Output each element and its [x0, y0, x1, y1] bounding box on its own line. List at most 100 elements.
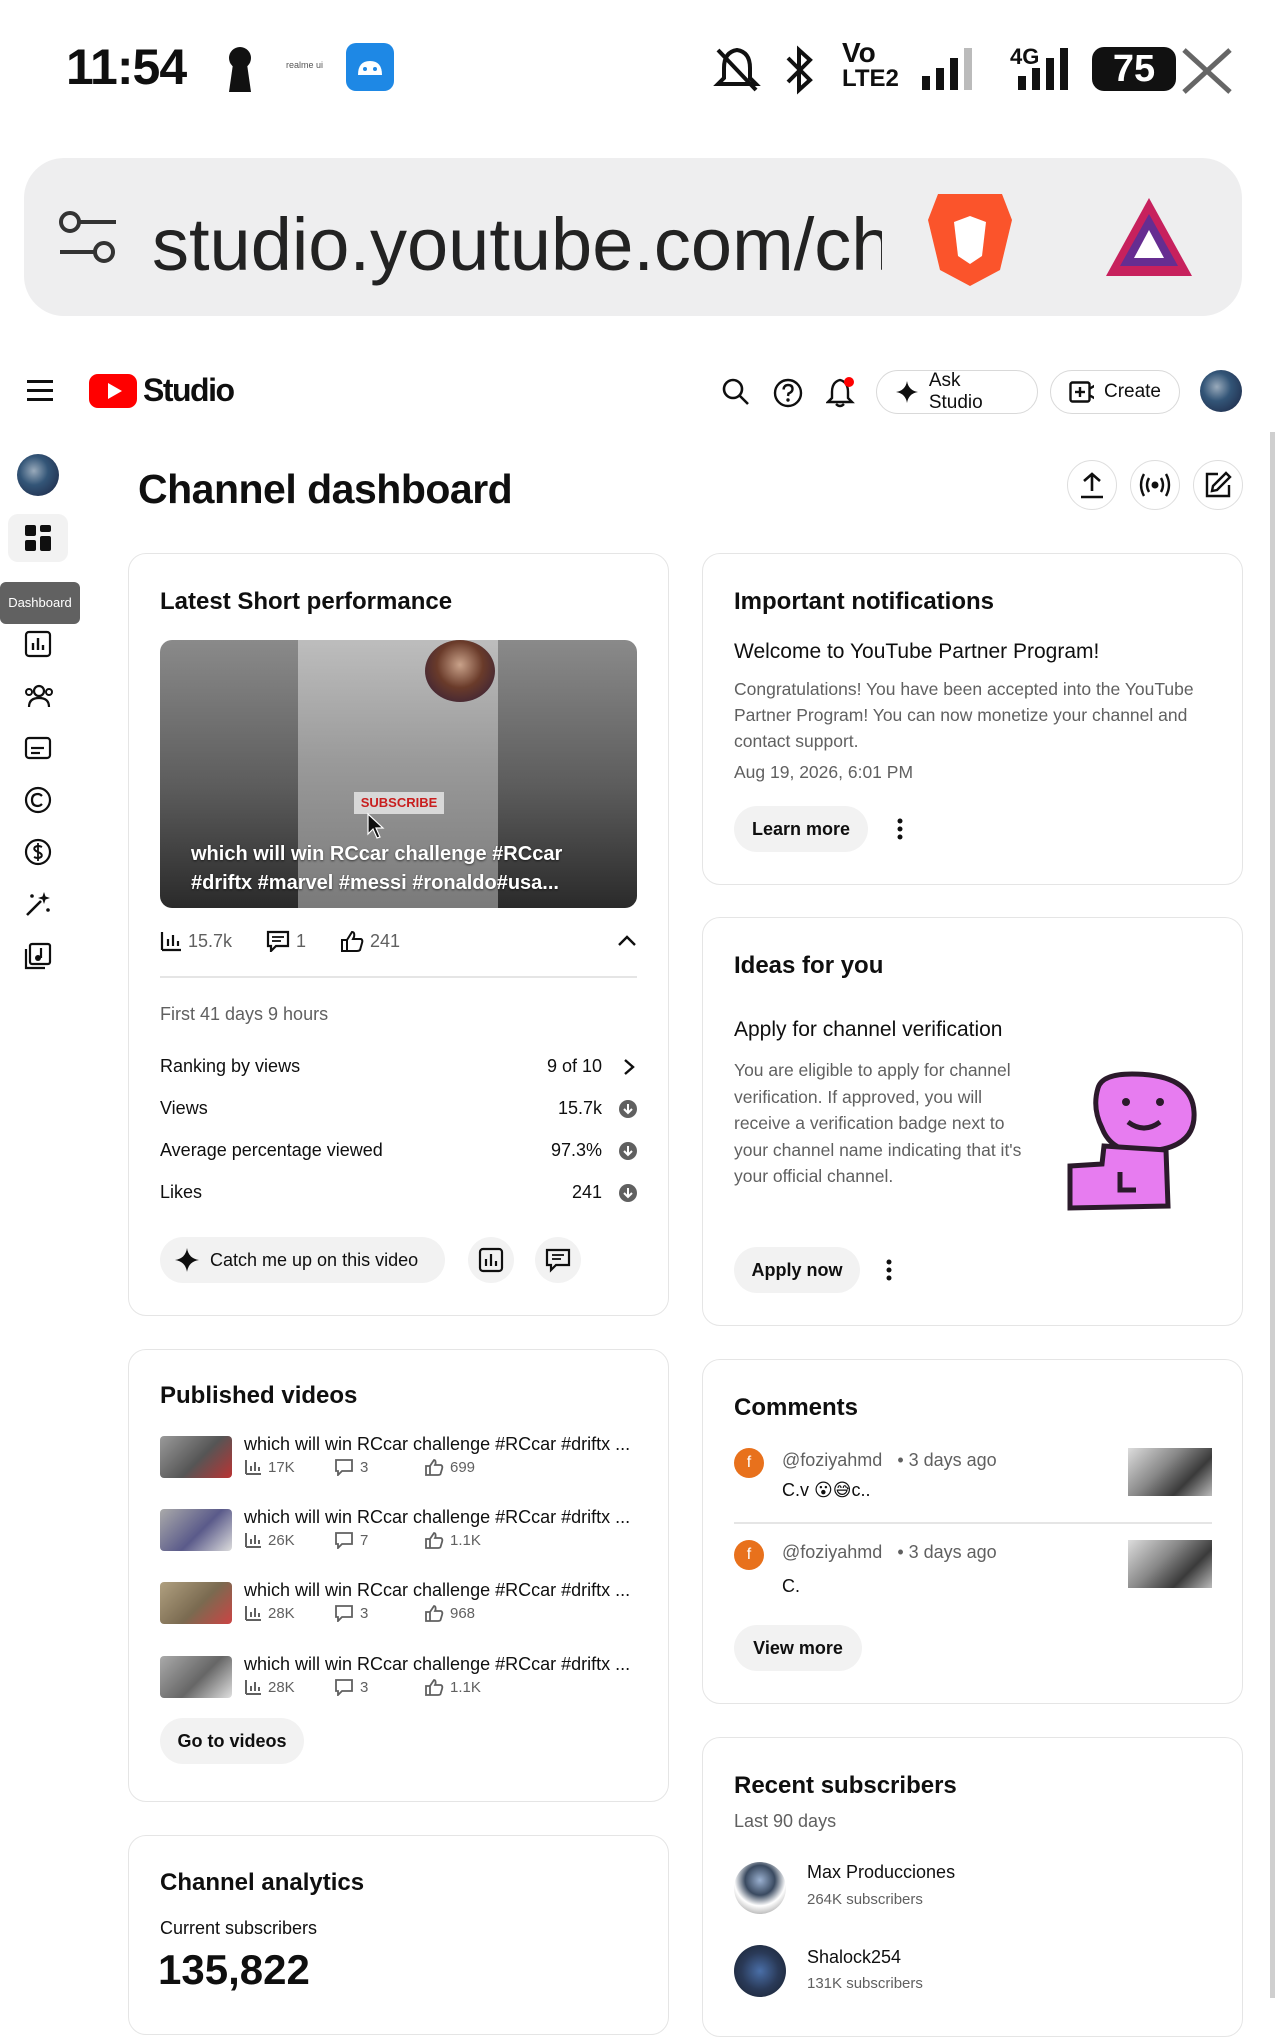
short-analytics-button[interactable] [468, 1237, 514, 1283]
studio-logo-text: Studio [143, 372, 235, 408]
learn-more-button[interactable]: Learn more [734, 806, 868, 852]
upload-button[interactable] [1067, 460, 1117, 510]
brave-lion-icon[interactable] [924, 186, 1016, 290]
list-item[interactable]: which will win RCcar challenge #RCcar #d… [160, 1654, 640, 1704]
arrow-down-circle-icon [619, 1184, 637, 1202]
search-icon[interactable] [722, 378, 750, 406]
short-metrics: Ranking by views 9 of 10 Views 15.7k Ave… [160, 1056, 638, 1236]
earn-icon[interactable] [24, 838, 52, 866]
subtitles-icon[interactable] [24, 734, 52, 762]
page-title: Channel dashboard [138, 466, 513, 512]
video-thumbnail [160, 1509, 232, 1551]
site-settings-icon[interactable] [56, 208, 120, 268]
signal-4g-icon [1018, 48, 1068, 90]
view-more-button[interactable]: View more [734, 1625, 862, 1671]
comment-item[interactable]: f @foziyahmd • 3 days ago C.v 😮😅c.. [734, 1448, 1212, 1508]
volte-label: Vo LTE2 [842, 37, 899, 92]
video-likes: 1.1K [424, 1678, 481, 1696]
ask-studio-button[interactable]: Ask Studio [876, 370, 1038, 414]
sidebar-item-dashboard[interactable] [8, 514, 68, 562]
channel-avatar[interactable] [17, 454, 59, 496]
go-live-button[interactable] [1130, 460, 1180, 510]
list-item[interactable]: which will win RCcar challenge #RCcar #d… [160, 1507, 640, 1557]
subscriber-item[interactable]: Max Producciones 264K subscribers [734, 1860, 1204, 1914]
video-likes: 968 [424, 1604, 475, 1622]
verification-sticker-icon [1067, 1071, 1197, 1211]
video-thumbnail [160, 1582, 232, 1624]
comment-video-thumbnail [1128, 1448, 1212, 1496]
comments-icon [545, 1248, 571, 1273]
notifications-bell-icon[interactable] [826, 376, 858, 408]
account-avatar[interactable] [1200, 370, 1242, 412]
help-icon[interactable] [773, 378, 803, 408]
community-icon[interactable] [24, 682, 54, 710]
like-icon [425, 1532, 444, 1549]
short-comments-button[interactable] [535, 1237, 581, 1283]
metric-ranking-row[interactable]: Ranking by views 9 of 10 [160, 1056, 638, 1077]
battery-level: 75 [1092, 47, 1176, 91]
create-video-icon [1069, 381, 1094, 403]
divider [160, 976, 637, 978]
divider [734, 1522, 1212, 1524]
notification-body: Congratulations! You have been accepted … [734, 679, 1194, 751]
status-time: 11:54 [66, 39, 187, 95]
comment-text: C. [782, 1576, 800, 1596]
comment-time: • 3 days ago [897, 1450, 997, 1470]
studio-logo[interactable]: Studio [89, 372, 235, 409]
subscriber-count-text: 131K subscribers [807, 1975, 923, 1992]
create-post-button[interactable] [1193, 460, 1243, 510]
video-comments: 3 [334, 1678, 368, 1696]
published-videos-list: which will win RCcar challenge #RCcar #d… [160, 1434, 640, 1734]
subscriber-count-text: 264K subscribers [807, 1891, 923, 1908]
sparkle-icon [175, 1248, 199, 1272]
customization-icon[interactable] [24, 890, 52, 918]
list-item[interactable]: which will win RCcar challenge #RCcar #d… [160, 1434, 640, 1484]
android-app-icon [346, 43, 394, 91]
collapse-chevron-icon[interactable] [617, 934, 637, 948]
current-subscribers-label: Current subscribers [160, 1918, 318, 1938]
close-icon[interactable] [1180, 46, 1234, 96]
video-thumbnail [160, 1656, 232, 1698]
more-options-icon[interactable] [896, 818, 904, 840]
comment-item[interactable]: f @foziyahmd • 3 days ago C. [734, 1540, 1212, 1600]
short-views-stat: 15.7k [160, 930, 232, 952]
subscriber-avatar [734, 1862, 786, 1914]
subscriber-name: Shalock254 [807, 1947, 902, 1967]
comments-title: Comments [734, 1394, 859, 1421]
bluetooth-icon [786, 45, 813, 95]
ideas-body: You are eligible to apply for channel ve… [734, 1060, 1022, 1186]
scrollbar[interactable] [1270, 432, 1275, 1998]
mouse-pointer-icon [367, 812, 385, 839]
like-icon [341, 930, 364, 952]
comment-avatar: f [734, 1448, 764, 1478]
video-comments: 7 [334, 1531, 368, 1549]
create-button[interactable]: Create [1050, 370, 1180, 414]
catch-up-button[interactable]: Catch me up on this video [160, 1237, 445, 1283]
menu-icon[interactable] [27, 380, 53, 402]
more-options-icon[interactable] [885, 1259, 893, 1281]
chevron-right-icon [624, 1059, 635, 1075]
metric-likes-row: Likes 241 [160, 1182, 638, 1203]
short-caption: which will win RCcar challenge #RCcar #d… [191, 843, 563, 894]
apply-now-button[interactable]: Apply now [734, 1247, 860, 1293]
edit-icon [1205, 471, 1232, 498]
published-videos-title: Published videos [160, 1382, 358, 1409]
brave-rewards-icon[interactable] [1102, 194, 1196, 280]
list-item[interactable]: which will win RCcar challenge #RCcar #d… [160, 1580, 640, 1630]
short-likes-stat: 241 [340, 930, 400, 952]
thumbnail-subscribe-label: SUBSCRIBE [354, 792, 444, 814]
analytics-icon[interactable] [24, 630, 52, 658]
audio-library-icon[interactable] [24, 942, 52, 970]
views-icon [245, 1460, 261, 1475]
views-icon [245, 1533, 261, 1548]
comments-icon [335, 1605, 353, 1622]
go-to-videos-button[interactable]: Go to videos [160, 1718, 304, 1764]
comments-icon [335, 1679, 353, 1696]
url-text[interactable]: studio.youtube.com/ch [152, 200, 882, 290]
subscriber-item[interactable]: Shalock254 131K subscribers [734, 1945, 1204, 1999]
short-thumbnail[interactable]: SUBSCRIBE which will win RCcar challenge… [160, 640, 637, 908]
copyright-icon[interactable] [24, 786, 52, 814]
youtube-logo-icon [89, 373, 137, 408]
video-comments: 3 [334, 1458, 368, 1476]
comments-icon [335, 1459, 353, 1476]
